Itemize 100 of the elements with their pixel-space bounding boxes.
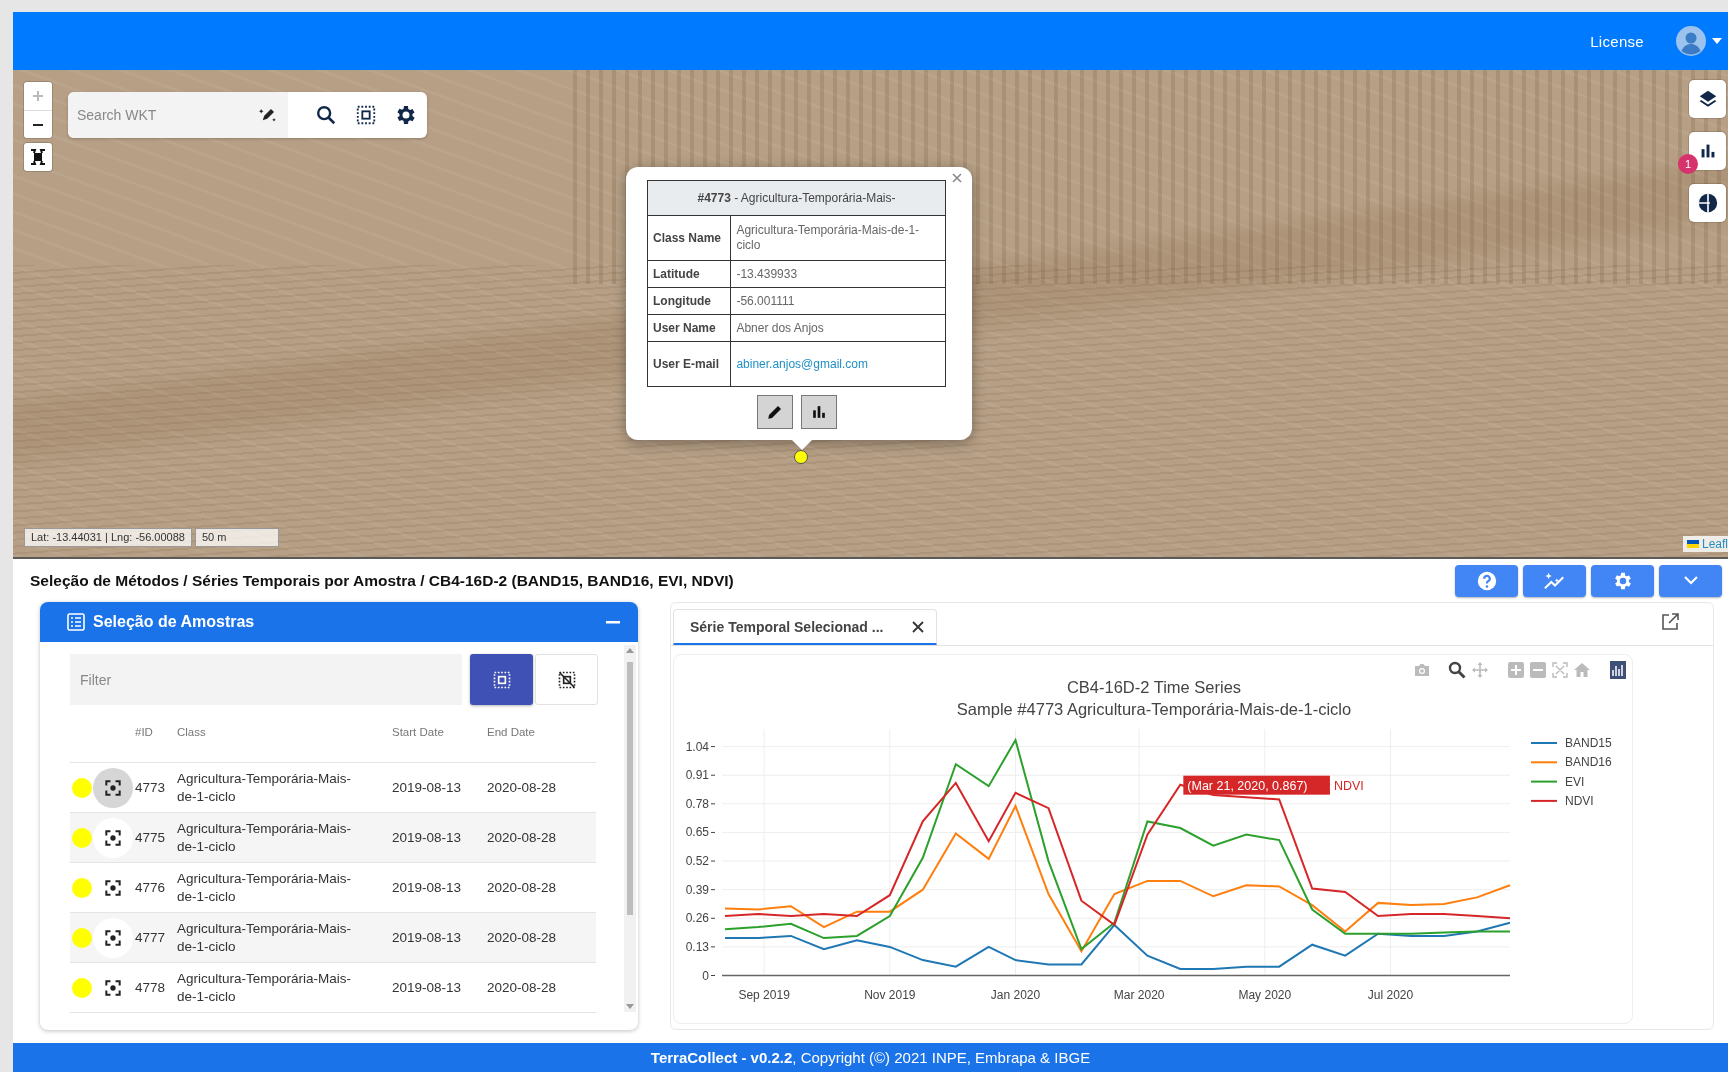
y-tick-label: 0.91 (685, 768, 710, 783)
license-link[interactable]: License (1590, 32, 1644, 50)
autoscale-icon (1552, 662, 1568, 678)
help-button[interactable] (1455, 564, 1518, 597)
table-cell-text: 4777 (134, 930, 167, 945)
y-tick-label: 0.65 (685, 825, 710, 840)
legend-item[interactable]: BAND15 (1530, 736, 1612, 750)
filter-field[interactable]: Filter (70, 654, 462, 705)
popup-title: #4773 - Agricultura-Temporária-Mais- (647, 180, 946, 216)
axis-tick-label: Jul 2020 (1367, 987, 1414, 1002)
sparkle-chart-button[interactable] (1523, 564, 1586, 597)
pie-chart-icon (1696, 192, 1719, 214)
flag-icon (1686, 540, 1699, 548)
fullscreen-button[interactable] (24, 143, 52, 171)
deselect-icon (556, 669, 577, 690)
footer-copyright: TerraCollect - v0.2.2, Copyright (©) 2021 INPE, Embrapa & IBGE (650, 1049, 1091, 1066)
user-avatar-icon (1676, 26, 1706, 56)
open-external-button[interactable] (1661, 613, 1679, 631)
axis-tick-label: 0.26 (685, 911, 716, 926)
table-cell-text: 2019-08-13 (391, 780, 463, 795)
focus-icon (103, 827, 123, 848)
focus-button[interactable] (93, 767, 133, 808)
table-cell-text: 2020-08-28 (487, 930, 558, 945)
legend-item[interactable]: NDVI (1530, 793, 1594, 808)
chevron-down-icon (1683, 576, 1698, 585)
axis-tick-label: 0.91 (685, 768, 716, 783)
table-cell-text: Agricultura-Temporária-Mais-de-1-ciclo (177, 769, 353, 806)
external-link-icon (1661, 613, 1679, 631)
focus-icon (103, 877, 123, 898)
pan-icon (1472, 662, 1488, 678)
camera-icon (1414, 663, 1430, 677)
legend-item[interactable]: EVI (1530, 774, 1585, 789)
plus-icon (32, 90, 44, 102)
table-cell-text: 2019-08-13 (391, 880, 463, 895)
close-tab-button[interactable] (912, 620, 924, 633)
field-label: User E-mail (647, 341, 731, 387)
table-cell-text: 4776 (134, 880, 167, 895)
legend-item[interactable]: BAND16 (1530, 755, 1612, 770)
scrollbar[interactable] (624, 645, 636, 1012)
y-tick-label: 1.04 (685, 739, 710, 754)
focus-icon (103, 777, 123, 798)
axis-tick-label: Jan 2020 (990, 987, 1041, 1002)
minus-icon (606, 620, 620, 624)
y-tick-label: 0.78 (685, 796, 710, 811)
table-cell-text: 2020-08-28 (487, 830, 558, 845)
pencil-icon (765, 403, 784, 421)
collapse-button[interactable] (1659, 564, 1722, 597)
layers-button[interactable] (1689, 80, 1726, 118)
panel-title: Seleção de Amostras (93, 613, 256, 631)
axis-tick-label: Nov 2019 (864, 987, 916, 1002)
plotly-logo-icon (1610, 661, 1626, 679)
column-header: #ID (134, 725, 154, 740)
focus-button[interactable] (93, 917, 133, 958)
zoom-icon (1448, 661, 1466, 679)
fullscreen-icon (30, 149, 46, 165)
column-header: End Date (487, 725, 536, 740)
close-icon (952, 173, 962, 183)
email-link[interactable]: abiner.anjos@gmail.com (736, 356, 868, 371)
zoom-in-icon (1508, 662, 1524, 678)
table-cell-text: 4775 (134, 830, 167, 845)
axis-tick-label: 1.04 (685, 739, 716, 754)
y-tick-label: 0 (702, 968, 710, 983)
edit-button[interactable] (756, 395, 793, 429)
annotation: (Mar 21, 2020, 0.867) (1187, 778, 1308, 793)
zoom-out-button[interactable] (24, 110, 52, 138)
table-cell-text: 2019-08-13 (391, 930, 463, 945)
table-cell-text: 2019-08-13 (391, 830, 463, 845)
search-field[interactable]: Search WKT (68, 92, 288, 138)
user-menu-button[interactable] (1676, 26, 1722, 56)
select-area-icon (491, 669, 512, 690)
table-cell-text: 2019-08-13 (391, 980, 463, 995)
focus-button[interactable] (93, 817, 133, 858)
table-cell-text: Agricultura-Temporária-Mais-de-1-ciclo (177, 969, 353, 1006)
legend-label: EVI (1565, 774, 1585, 789)
coordinates-readout: Lat: -13.44031 | Lng: -56.00088 (24, 528, 192, 547)
select-area-icon (355, 104, 377, 126)
select-all-button[interactable] (470, 654, 533, 705)
y-tick-label: 0.13 (685, 939, 710, 954)
pie-chart-button[interactable] (1689, 184, 1726, 222)
table-cell-text: 4778 (134, 980, 167, 995)
axis-tick-label: 0.65 (685, 825, 716, 840)
focus-icon (103, 927, 123, 948)
y-tick-label: 0.26 (685, 911, 710, 926)
legend-label: BAND15 (1565, 736, 1613, 750)
pen-icon (259, 106, 277, 124)
y-tick-label: 0.52 (685, 854, 710, 869)
axis-tick-label: Mar 2020 (1113, 987, 1165, 1002)
chart-button[interactable] (800, 395, 837, 429)
caret-down-icon (1712, 38, 1722, 44)
focus-icon (103, 977, 123, 998)
axis-tick-label: 0.13 (685, 939, 716, 954)
axis-tick-label: 0 (702, 968, 716, 983)
table-cell-text: 2020-08-28 (487, 880, 558, 895)
table-cell-text: Agricultura-Temporária-Mais-de-1-ciclo (177, 819, 353, 856)
table-cell-text: 4773 (134, 780, 167, 795)
tab[interactable]: Série Temporal Selecionad ... (673, 609, 937, 645)
clear-selection-button[interactable] (535, 654, 598, 705)
collapse-panel-button[interactable] (606, 620, 620, 624)
chart-panel-button[interactable] (1689, 132, 1726, 170)
field-label: Latitude (647, 260, 731, 288)
